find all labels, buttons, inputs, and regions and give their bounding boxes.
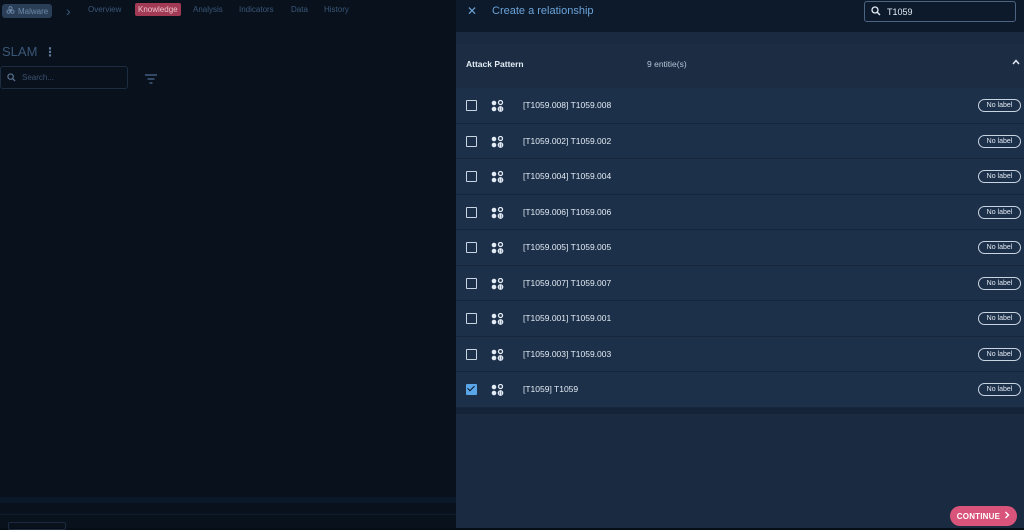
- continue-label: CONTINUE: [956, 511, 1001, 521]
- attack-pattern-icon: [491, 241, 504, 259]
- search-icon: [871, 3, 881, 21]
- group-header-attack-pattern[interactable]: Attack Pattern 9 entitie(s): [456, 44, 1024, 88]
- group-count: 9 entitie(s): [647, 59, 687, 69]
- drawer-header: ✕ Create a relationship: [456, 0, 1024, 32]
- background-page: Malware › Overview Knowledge Analysis In…: [0, 0, 456, 530]
- chevron-up-icon[interactable]: [1012, 57, 1020, 67]
- drawer-search-input[interactable]: [887, 6, 1007, 17]
- footer-button[interactable]: [8, 522, 66, 530]
- row-entity-name: [T1059.006] T1059.006: [523, 206, 612, 217]
- top-navigation: Malware › Overview Knowledge Analysis In…: [0, 0, 456, 24]
- tab-indicators[interactable]: Indicators: [239, 5, 274, 14]
- attack-pattern-icon: [491, 99, 504, 117]
- row-checkbox[interactable]: [466, 384, 477, 395]
- no-label-chip: No label: [978, 170, 1021, 183]
- filter-icon[interactable]: [145, 71, 157, 89]
- attack-pattern-icon: [491, 277, 504, 295]
- list-item[interactable]: [T1059.004] T1059.004 No label: [456, 159, 1024, 195]
- no-label-chip: No label: [978, 383, 1021, 396]
- list-end-divider: [456, 408, 1024, 414]
- search-field[interactable]: [0, 66, 128, 89]
- tab-analysis[interactable]: Analysis: [193, 5, 223, 14]
- no-label-chip: No label: [978, 347, 1021, 361]
- row-checkbox[interactable]: [466, 313, 477, 324]
- no-label-chip: No label: [978, 134, 1021, 148]
- no-label-chip: No label: [978, 276, 1021, 290]
- row-entity-name: [T1059] T1059: [523, 384, 579, 394]
- attack-pattern-icon: [491, 383, 504, 401]
- attack-pattern-icon: [491, 170, 504, 188]
- footer-divider: [0, 514, 456, 528]
- list-item[interactable]: [T1059.002] T1059.002 No label: [456, 123, 1024, 159]
- tab-history[interactable]: History: [324, 5, 349, 14]
- tab-data[interactable]: Data: [291, 5, 308, 14]
- list-item[interactable]: [T1059.005] T1059.005 No label: [456, 230, 1024, 266]
- row-entity-name: [T1059.004] T1059.004: [523, 171, 612, 181]
- continue-button[interactable]: CONTINUE: [950, 506, 1017, 526]
- no-label-chip: No label: [978, 241, 1021, 254]
- list-item[interactable]: [T1059] T1059 No label: [456, 372, 1024, 408]
- search-input[interactable]: [22, 73, 112, 82]
- drawer-search-field[interactable]: [864, 1, 1016, 22]
- list-item[interactable]: [T1059.007] T1059.007 No label: [456, 265, 1024, 301]
- entity-type-label: Malware: [18, 6, 49, 16]
- attack-pattern-icon: [491, 206, 504, 224]
- row-entity-name: [T1059.003] T1059.003: [523, 348, 612, 359]
- entity-type-chip: Malware: [2, 4, 53, 18]
- attack-pattern-icon: [491, 348, 504, 366]
- group-label: Attack Pattern: [466, 59, 524, 69]
- more-vert-icon[interactable]: ⋮: [44, 45, 56, 59]
- row-checkbox[interactable]: [466, 135, 477, 147]
- row-entity-name: [T1059.001] T1059.001: [523, 313, 612, 323]
- row-entity-name: [T1059.005] T1059.005: [523, 242, 612, 252]
- no-label-chip: No label: [978, 205, 1021, 219]
- drawer-title: Create a relationship: [492, 5, 594, 17]
- row-entity-name: [T1059.008] T1059.008: [523, 100, 612, 110]
- chevron-right-icon: ›: [66, 3, 71, 19]
- row-checkbox[interactable]: [466, 206, 477, 218]
- row-checkbox[interactable]: [466, 242, 477, 253]
- chevron-right-icon: [1004, 511, 1010, 521]
- row-checkbox[interactable]: [466, 171, 477, 182]
- biohazard-icon: [6, 5, 15, 17]
- attack-pattern-icon: [491, 135, 504, 153]
- create-relationship-drawer: ✕ Create a relationship Attack Pattern 9…: [456, 0, 1024, 528]
- row-checkbox[interactable]: [466, 277, 477, 289]
- row-checkbox[interactable]: [466, 348, 477, 360]
- row-entity-name: [T1059.002] T1059.002: [523, 135, 612, 146]
- no-label-chip: No label: [978, 312, 1021, 325]
- tab-knowledge[interactable]: Knowledge: [135, 3, 181, 16]
- row-entity-name: [T1059.007] T1059.007: [523, 277, 612, 288]
- list-item[interactable]: [T1059.003] T1059.003 No label: [456, 336, 1024, 372]
- attack-pattern-icon: [491, 312, 504, 330]
- list-item[interactable]: [T1059.006] T1059.006 No label: [456, 194, 1024, 230]
- list-item[interactable]: [T1059.001] T1059.001 No label: [456, 301, 1024, 337]
- search-icon: [7, 69, 16, 87]
- tab-overview[interactable]: Overview: [88, 5, 121, 14]
- list-item[interactable]: [T1059.008] T1059.008 No label: [456, 88, 1024, 124]
- entity-list: [T1059.008] T1059.008 No label [T1059.002]…: [456, 88, 1024, 408]
- page-title: SLAM: [2, 44, 38, 59]
- row-checkbox[interactable]: [466, 100, 477, 111]
- footer-bar: [0, 497, 456, 503]
- close-icon[interactable]: ✕: [467, 4, 477, 18]
- no-label-chip: No label: [978, 99, 1021, 112]
